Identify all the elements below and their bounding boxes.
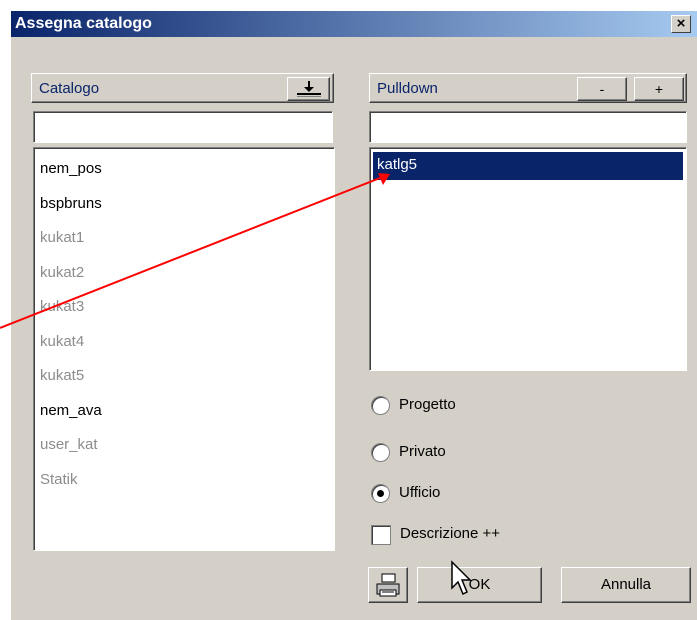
catalog-header: Catalogo	[31, 73, 334, 103]
catalog-filter-input[interactable]	[33, 111, 333, 143]
pulldown-filter-input[interactable]	[369, 111, 687, 143]
catalog-list[interactable]: nem_pos bspbruns kukat1 kukat2 kukat3 kukat4 k…	[33, 147, 335, 551]
title-bar: Assegna catalogo ×	[11, 11, 697, 37]
assign-catalog-dialog: Assegna catalogo × Catalogo nem_posbspbr…	[10, 10, 697, 620]
download-to-tray-icon	[296, 81, 321, 97]
catalog-header-label: Catalogo	[39, 80, 100, 97]
list-item[interactable]: user_kat	[40, 436, 98, 453]
radio-selected-dot	[377, 490, 384, 497]
list-item-selected[interactable]: katlg5	[373, 152, 683, 180]
radio-progetto[interactable]	[371, 396, 390, 415]
add-button[interactable]: +	[634, 77, 684, 101]
list-item[interactable]: nem_pos	[40, 160, 102, 177]
radio-ufficio[interactable]	[371, 484, 390, 503]
descrizione-checkbox[interactable]	[371, 525, 391, 545]
list-item[interactable]: Statik	[40, 471, 78, 488]
radio-privato[interactable]	[371, 443, 390, 462]
remove-button[interactable]: -	[577, 77, 627, 101]
list-item[interactable]: kukat1	[40, 229, 84, 246]
mouse-cursor-icon	[451, 560, 472, 596]
close-button[interactable]: ×	[671, 15, 691, 33]
cancel-button[interactable]: Annulla	[561, 567, 691, 603]
download-button[interactable]	[287, 77, 330, 101]
radio-privato-label: Privato	[399, 443, 446, 460]
printer-icon	[376, 573, 400, 597]
list-item[interactable]: kukat3	[40, 298, 84, 315]
list-item[interactable]: bspbruns	[40, 195, 102, 212]
list-item[interactable]: kukat5	[40, 367, 84, 384]
print-button[interactable]	[368, 567, 408, 603]
radio-ufficio-label: Ufficio	[399, 484, 441, 501]
list-item[interactable]: kukat2	[40, 264, 84, 281]
radio-progetto-label: Progetto	[399, 396, 456, 413]
list-item[interactable]: kukat4	[40, 333, 84, 350]
pulldown-list[interactable]: katlg5	[369, 147, 687, 371]
window-title: Assegna catalogo	[15, 15, 152, 32]
pulldown-header: Pulldown - +	[369, 73, 687, 103]
pulldown-header-label: Pulldown	[377, 80, 438, 97]
descrizione-checkbox-label: Descrizione ++	[400, 525, 501, 542]
list-item[interactable]: nem_ava	[40, 402, 102, 419]
